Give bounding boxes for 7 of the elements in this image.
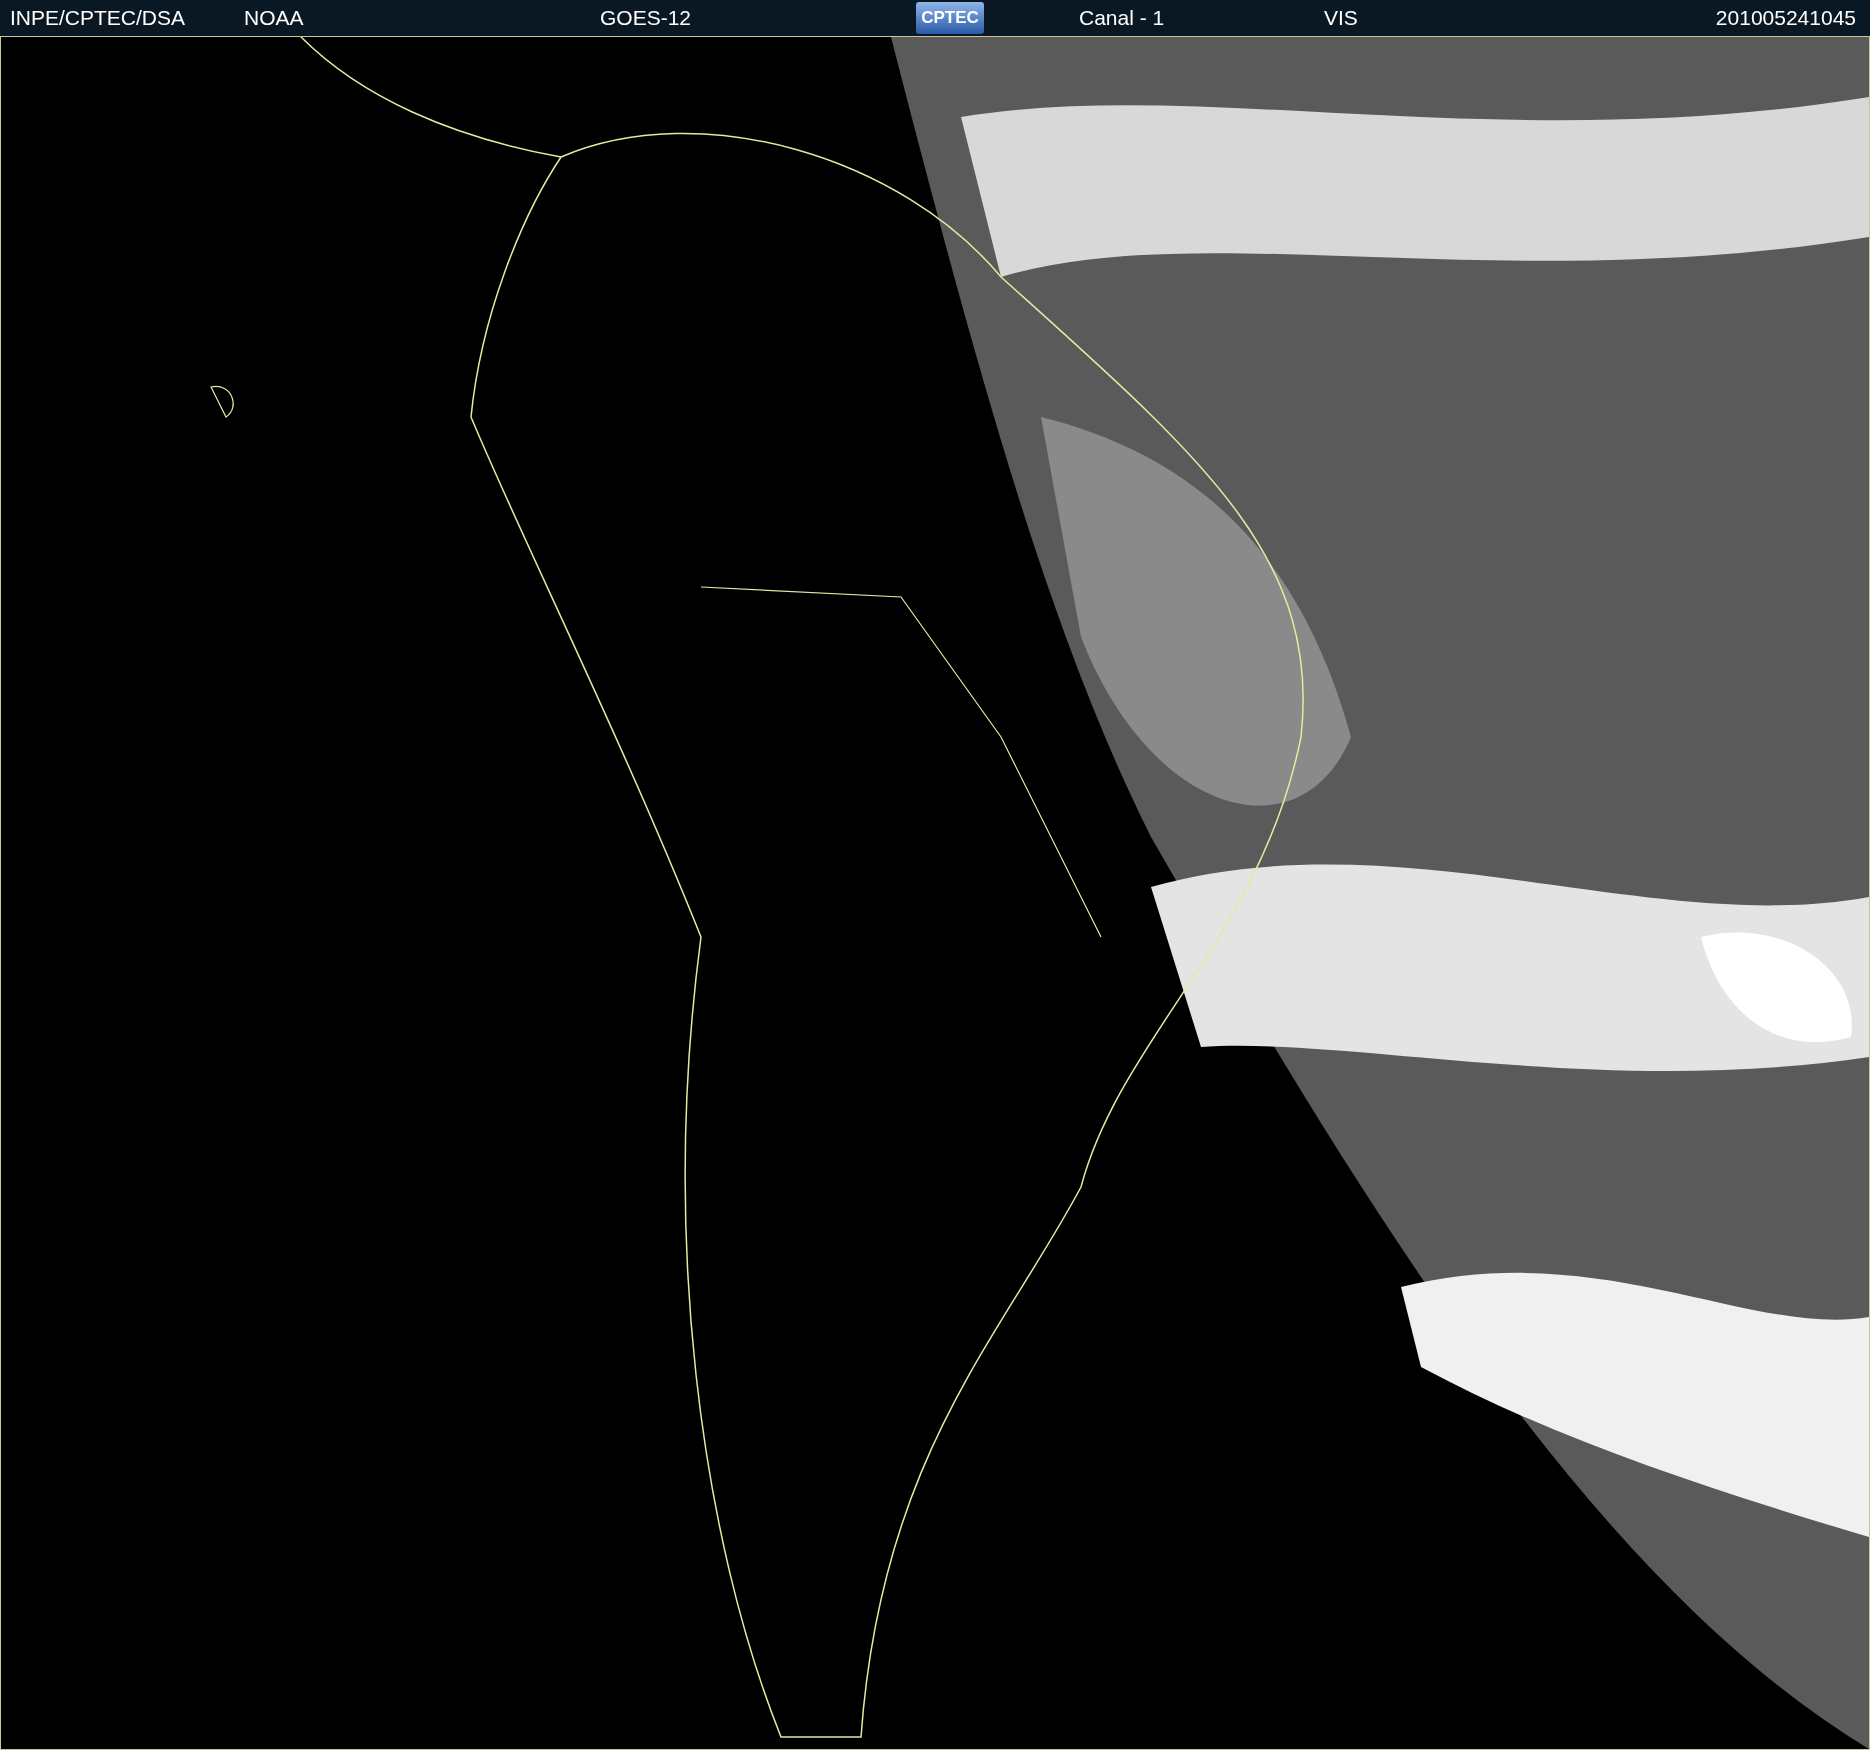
satellite-label: GOES-12 [599, 6, 693, 30]
source-label: INPE/CPTEC/DSA [9, 6, 187, 30]
timestamp-label: 201005241045 [1714, 6, 1857, 30]
channel-label: Canal - 1 [1078, 6, 1166, 30]
logo: CPTEC [916, 2, 984, 34]
band-label: VIS [1323, 6, 1359, 30]
agency-label: NOAA [243, 6, 305, 30]
